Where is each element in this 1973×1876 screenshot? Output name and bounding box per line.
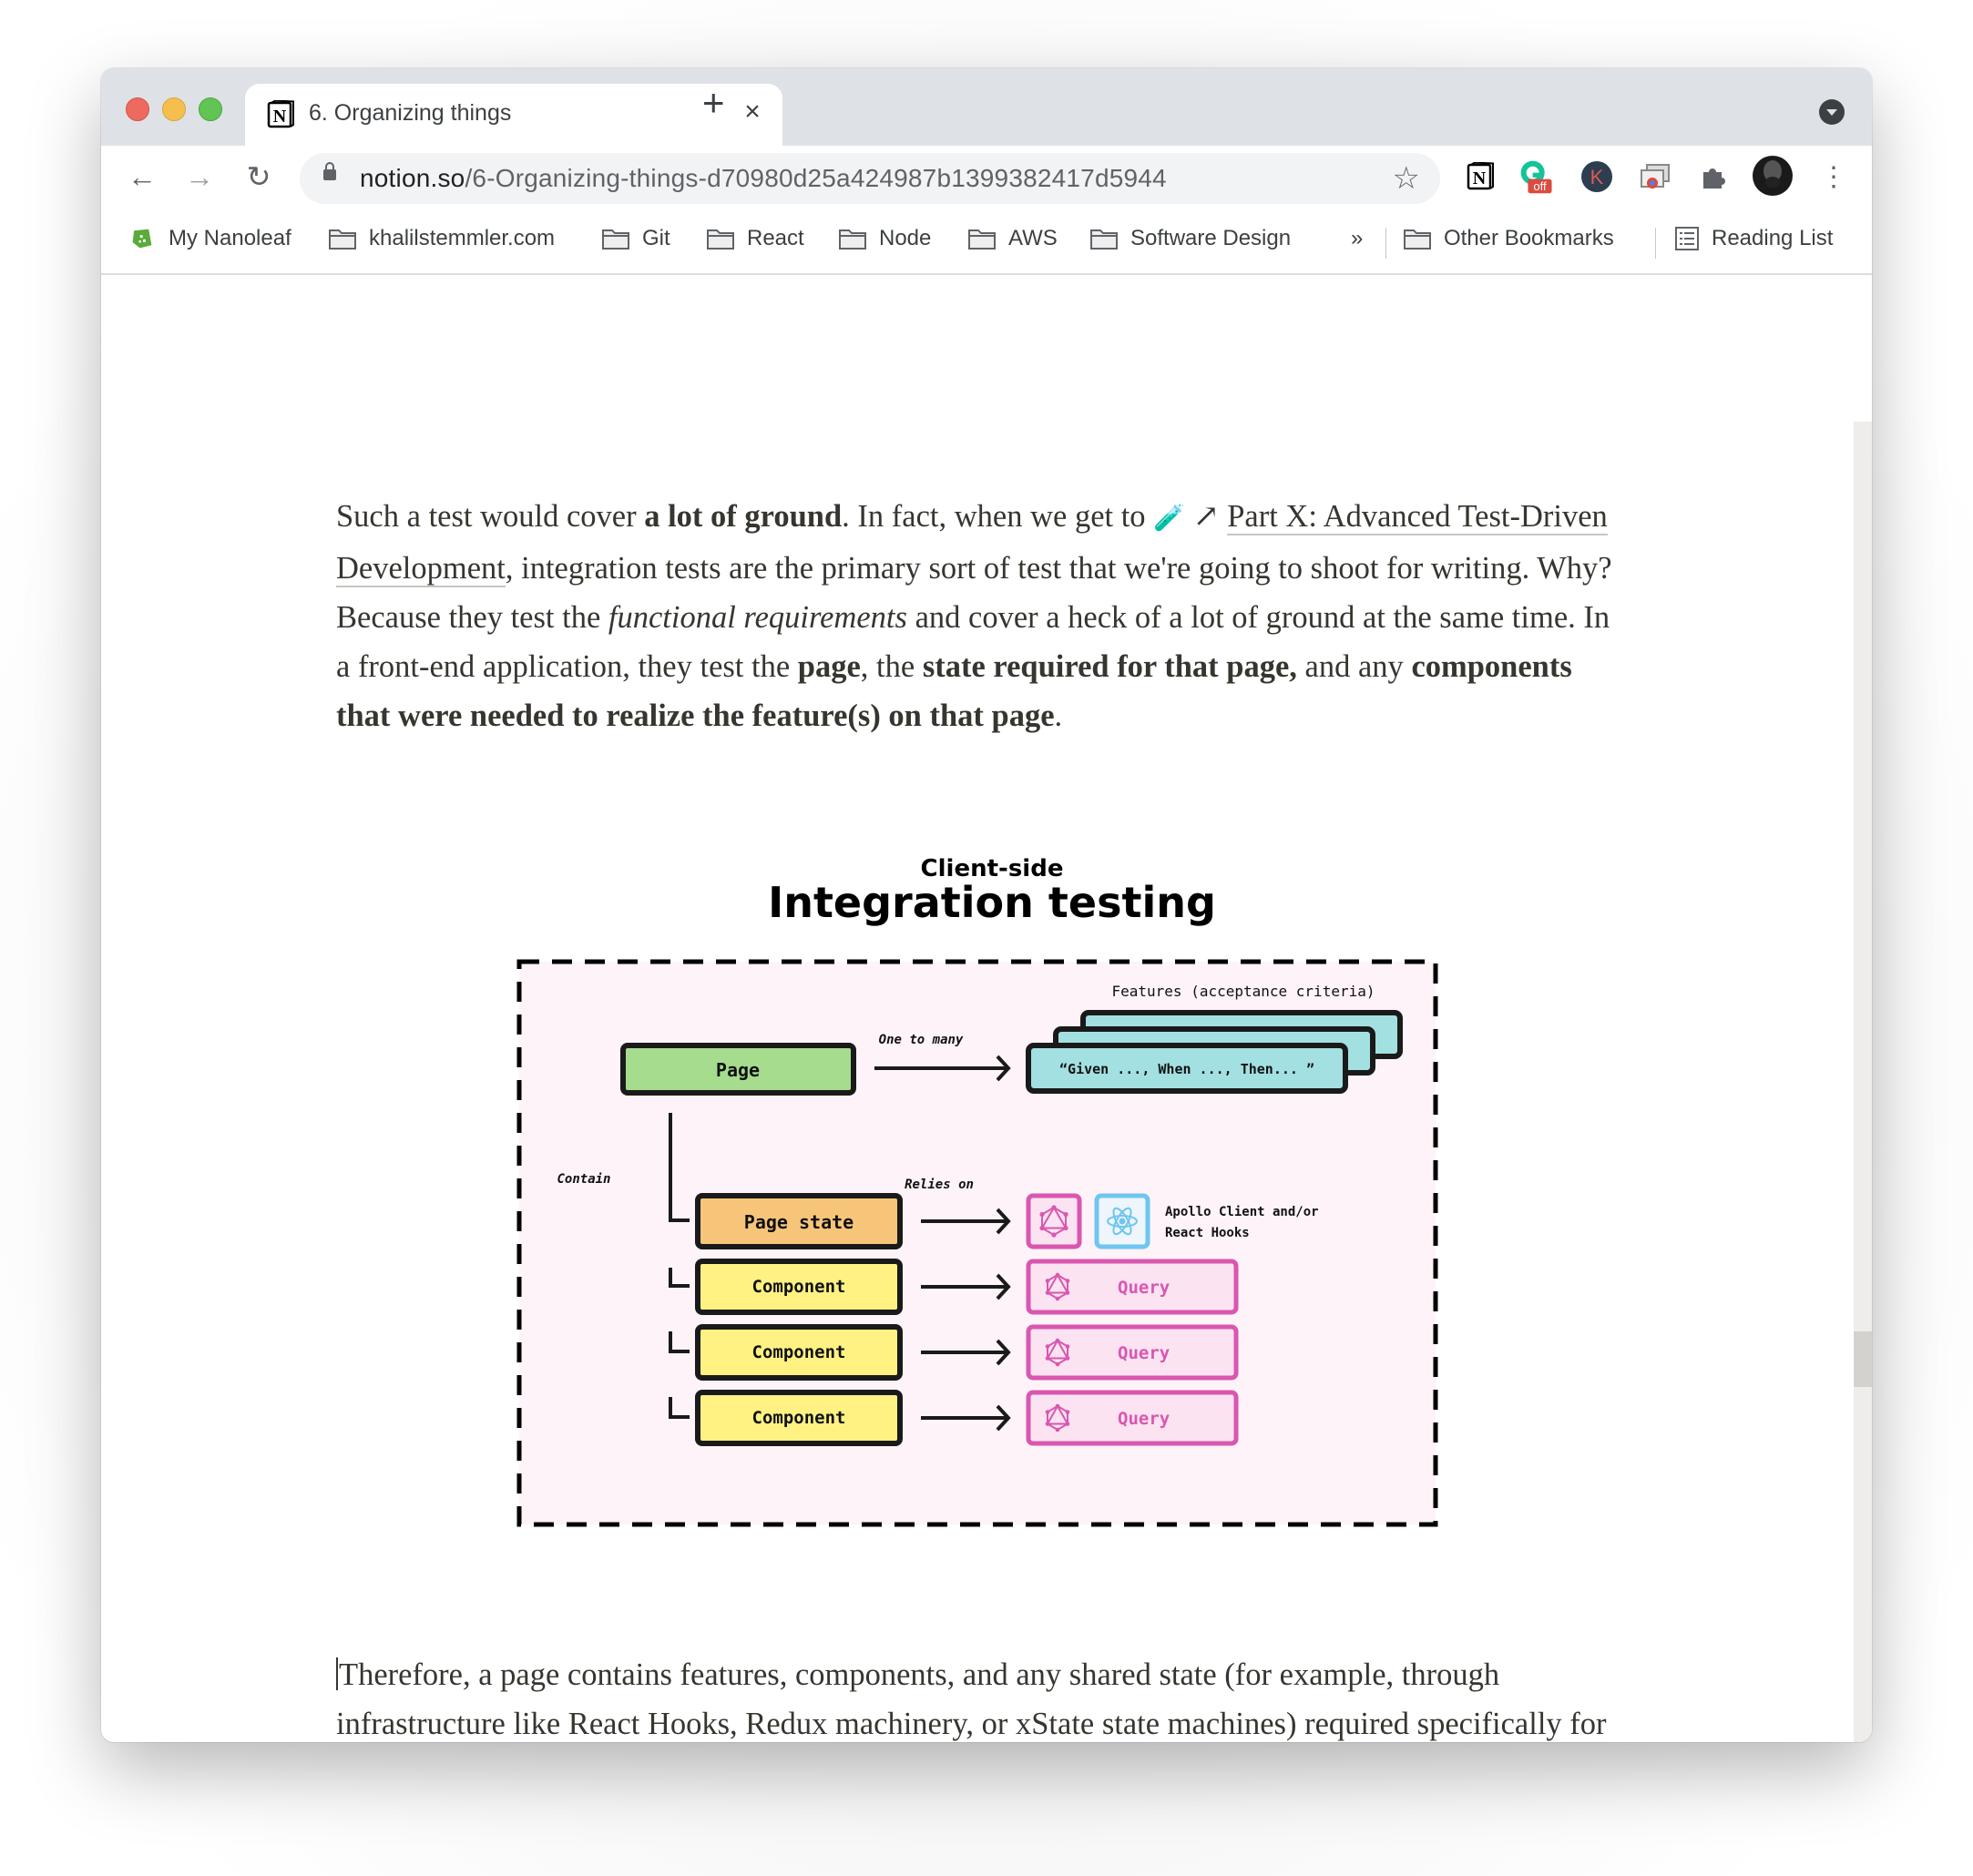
cast-extension-icon[interactable] xyxy=(1637,158,1673,195)
maximize-window-button[interactable] xyxy=(199,97,222,121)
tab-bar: N 6. Organizing things × + xyxy=(101,68,1872,146)
page-label: Page xyxy=(716,1059,760,1081)
forward-button[interactable]: → xyxy=(181,158,218,195)
tab-search-button[interactable] xyxy=(1819,99,1845,125)
extensions-puzzle-icon[interactable] xyxy=(1695,158,1732,195)
svg-text:off: off xyxy=(1533,179,1547,193)
nanoleaf-icon xyxy=(132,229,152,249)
folder-icon xyxy=(707,229,734,250)
diagram-title: Integration testing xyxy=(768,878,1216,927)
component-label: Component xyxy=(752,1342,846,1362)
new-tab-button[interactable]: + xyxy=(702,84,725,122)
browser-window: N 6. Organizing things × + ← → ↻ notion.… xyxy=(101,68,1872,1742)
bookmark-folder-khalilstemmler[interactable]: khalilstemmler.com xyxy=(329,226,555,251)
query-label: Query xyxy=(1118,1343,1170,1363)
relies-on-label: Relies on xyxy=(905,1178,974,1192)
contain-label: Contain xyxy=(557,1172,610,1187)
bookmark-label: Git xyxy=(642,226,670,250)
page-content: Such a test would cover a lot of ground.… xyxy=(101,275,1854,1742)
profile-avatar[interactable] xyxy=(1752,155,1794,197)
component-label: Component xyxy=(752,1408,846,1428)
bookmark-folder-git[interactable]: Git xyxy=(602,226,670,251)
bookmarks-bar: My Nanoleaf khalilstemmler.com Git React… xyxy=(101,209,1872,275)
back-button[interactable]: ← xyxy=(124,158,160,195)
bookmark-label: My Nanoleaf xyxy=(169,226,291,250)
bookmark-label: Node xyxy=(879,226,932,250)
graphql-icon-box xyxy=(1026,1193,1082,1249)
bookmark-folder-aws[interactable]: AWS xyxy=(968,226,1058,251)
bookmark-folder-node[interactable]: Node xyxy=(839,226,931,251)
lock-icon xyxy=(323,162,336,180)
paragraph-page-contains[interactable]: Therefore, a page contains features, com… xyxy=(336,1650,1630,1742)
svg-text:N: N xyxy=(273,107,287,127)
bookmark-my-nanoleaf[interactable]: My Nanoleaf xyxy=(128,226,291,251)
svg-text:K: K xyxy=(1590,166,1604,189)
query-label: Query xyxy=(1118,1409,1170,1429)
toolbar: ← → ↻ notion.so/6-Organizing-things-d709… xyxy=(101,146,1872,209)
minimize-window-button[interactable] xyxy=(162,97,186,121)
bookmark-folder-react[interactable]: React xyxy=(707,226,804,251)
state-tools-line2: React Hooks xyxy=(1165,1226,1250,1240)
close-window-button[interactable] xyxy=(126,97,149,121)
state-tools-line1: Apollo Client and/or xyxy=(1165,1205,1319,1219)
bookmark-other-bookmarks[interactable]: Other Bookmarks xyxy=(1404,226,1614,251)
bookmark-label: khalilstemmler.com xyxy=(369,226,556,250)
folder-icon xyxy=(1404,229,1431,250)
reading-list-icon xyxy=(1675,227,1699,250)
features-label: Features (acceptance criteria) xyxy=(1112,983,1375,1000)
bookmarks-overflow-button[interactable]: » xyxy=(1351,226,1363,251)
page-state-label: Page state xyxy=(744,1211,854,1233)
svg-text:N: N xyxy=(1473,168,1487,189)
url-text[interactable]: notion.so/6-Organizing-things-d70980d25a… xyxy=(360,164,1167,193)
folder-icon xyxy=(839,229,866,250)
k-extension-icon[interactable]: K xyxy=(1579,158,1615,195)
notion-icon: N xyxy=(267,100,294,128)
one-to-many-label: One to many xyxy=(879,1033,964,1047)
feature-text: “Given ..., When ..., Then... ” xyxy=(1059,1061,1314,1077)
scrollbar-thumb[interactable] xyxy=(1854,1331,1872,1387)
bookmarks-separator xyxy=(1655,228,1656,259)
bookmarks-separator xyxy=(1385,228,1386,259)
tab-close-button[interactable]: × xyxy=(737,97,768,127)
vertical-scrollbar[interactable] xyxy=(1854,422,1872,1742)
folder-icon xyxy=(329,229,356,250)
bookmark-label: Reading List xyxy=(1712,226,1834,250)
integration-testing-diagram: Client-side Integration testing Features… xyxy=(516,855,1438,1527)
query-label: Query xyxy=(1118,1278,1170,1298)
address-bar[interactable]: notion.so/6-Organizing-things-d70980d25a… xyxy=(300,153,1440,204)
bookmark-folder-software-design[interactable]: Software Design xyxy=(1090,226,1291,251)
menu-kebab-icon[interactable]: ⋮ xyxy=(1815,158,1852,195)
bookmark-label: Software Design xyxy=(1130,226,1292,250)
folder-icon xyxy=(602,229,629,250)
bookmark-label: AWS xyxy=(1008,226,1058,250)
reload-button[interactable]: ↻ xyxy=(240,158,277,195)
folder-icon xyxy=(1090,229,1118,250)
bookmark-label: React xyxy=(747,226,804,250)
notion-extension-icon[interactable]: N xyxy=(1462,158,1498,195)
component-label: Component xyxy=(752,1277,846,1297)
reading-list-button[interactable]: Reading List xyxy=(1675,226,1833,251)
bookmark-label: Other Bookmarks xyxy=(1444,226,1614,250)
tab-title: 6. Organizing things xyxy=(309,100,512,126)
text-cursor xyxy=(336,1657,338,1690)
bookmark-star-icon[interactable]: ☆ xyxy=(1393,160,1420,197)
folder-icon xyxy=(968,229,996,250)
grammarly-extension-icon[interactable]: off xyxy=(1518,158,1555,195)
